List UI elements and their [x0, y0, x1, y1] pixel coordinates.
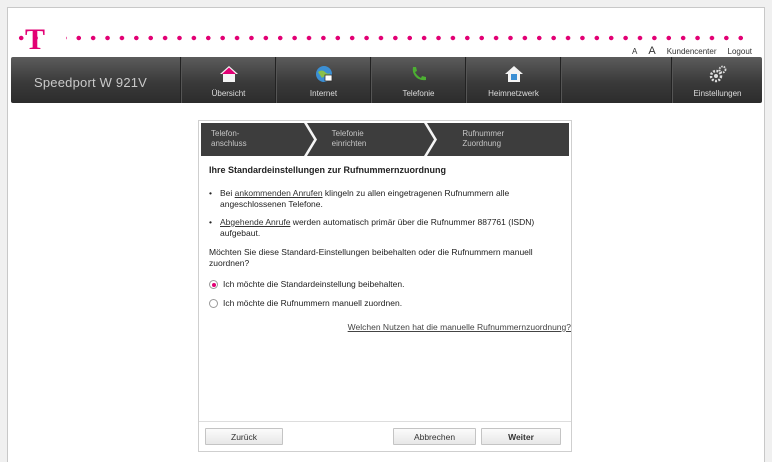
globe-icon	[315, 66, 332, 82]
bullet-incoming: Bei ankommenden Anrufen klingeln zu alle…	[209, 188, 561, 210]
magenta-dot-line	[14, 35, 749, 41]
nav-item-internet[interactable]: Internet	[276, 57, 371, 103]
step-rufnummer-zuordnung: Rufnummer Zuordnung	[462, 129, 505, 148]
wizard-steps: Telefon- anschluss Telefonie einrichten …	[201, 123, 569, 156]
nav-label: Heimnetzwerk	[488, 89, 539, 98]
wizard-footer: Zurück Abbrechen Weiter	[199, 421, 571, 451]
nav-label: Übersicht	[211, 89, 246, 98]
next-button[interactable]: Weiter	[481, 428, 561, 445]
help-link[interactable]: Welchen Nutzen hat die manuelle Rufnumme…	[325, 322, 571, 333]
home-icon	[219, 66, 238, 82]
top-links: A A Kundencenter Logout	[632, 45, 752, 57]
section-heading: Ihre Standardeinstellungen zur Rufnummer…	[209, 165, 447, 175]
wizard-panel: Telefon- anschluss Telefonie einrichten …	[198, 120, 572, 452]
nav-item-uebersicht[interactable]: Übersicht	[181, 57, 276, 103]
house-network-icon	[504, 66, 523, 82]
nav-item-einstellungen[interactable]: Einstellungen	[672, 57, 762, 103]
device-name: Speedport W 921V	[11, 57, 181, 103]
radio-manual-assign[interactable]: Ich möchte die Rufnummern manuell zuordn…	[209, 298, 561, 309]
step-telefonie-einrichten: Telefonie einrichten	[318, 123, 439, 156]
step-separator-icon	[303, 123, 317, 156]
nav-item-heimnetzwerk[interactable]: Heimnetzwerk	[466, 57, 561, 103]
back-button[interactable]: Zurück	[205, 428, 283, 445]
font-size-small-link[interactable]: A	[632, 47, 637, 56]
gear-icon	[709, 65, 726, 83]
outgoing-calls-link[interactable]: Abgehende Anrufe	[220, 217, 290, 227]
radio-button[interactable]	[209, 299, 218, 308]
cancel-button[interactable]: Abbrechen	[393, 428, 476, 445]
logout-link[interactable]: Logout	[728, 47, 752, 56]
nav-label: Internet	[309, 89, 338, 98]
main-navigation: Speedport W 921V Übersicht Internet Tele…	[11, 57, 762, 103]
radio-button-selected[interactable]	[209, 280, 218, 289]
step-separator-icon	[424, 123, 438, 156]
radio-keep-default[interactable]: Ich möchte die Standardeinstellung beibe…	[209, 279, 561, 290]
wizard-content: Ihre Standardeinstellungen zur Rufnummer…	[209, 165, 571, 332]
kundencenter-link[interactable]: Kundencenter	[667, 47, 717, 56]
nav-label: Einstellungen	[693, 89, 742, 98]
nav-item-telefonie[interactable]: Telefonie	[371, 57, 466, 103]
phone-icon	[412, 67, 426, 81]
incoming-calls-link[interactable]: ankommenden Anrufen	[235, 188, 323, 198]
question-text: Möchten Sie diese Standard-Einstellungen…	[209, 247, 533, 268]
bullet-outgoing: Abgehende Anrufe werden automatisch prim…	[209, 217, 561, 239]
step-telefonanschluss: Telefon- anschluss	[201, 123, 318, 156]
font-size-large-link[interactable]: A	[648, 45, 655, 57]
nav-label: Telefonie	[402, 89, 435, 98]
telekom-logo[interactable]: T	[25, 25, 45, 55]
